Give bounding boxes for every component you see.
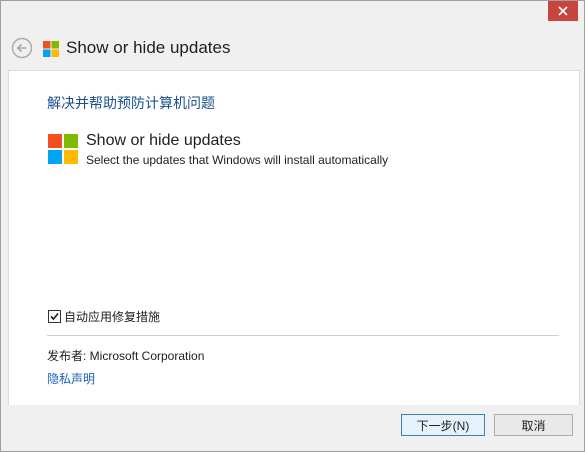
privacy-statement-link[interactable]: 隐私声明 <box>47 370 95 387</box>
troubleshooter-window: Show or hide updates 解决并帮助预防计算机问题 Show o… <box>0 0 585 452</box>
tool-title: Show or hide updates <box>86 132 241 149</box>
content-panel: 解决并帮助预防计算机问题 Show or hide updates Select… <box>8 70 580 406</box>
title-bar <box>1 1 584 29</box>
close-button[interactable] <box>548 1 578 21</box>
next-button[interactable]: 下一步(N) <box>401 414 485 436</box>
checkmark-icon <box>50 312 59 321</box>
header-bar: Show or hide updates <box>1 29 584 69</box>
divider <box>47 335 559 336</box>
cancel-button[interactable]: 取消 <box>494 414 573 436</box>
tool-description: Select the updates that Windows will ins… <box>86 153 389 167</box>
windows-logo-icon <box>43 41 59 61</box>
auto-repair-checkbox[interactable] <box>48 310 61 323</box>
publisher-text: 发布者: Microsoft Corporation <box>47 349 205 363</box>
page-heading: 解决并帮助预防计算机问题 <box>47 96 215 112</box>
back-button[interactable] <box>11 37 33 59</box>
back-arrow-icon <box>11 37 33 59</box>
footer-bar: 下一步(N) 取消 <box>1 405 584 451</box>
window-title: Show or hide updates <box>66 38 231 57</box>
auto-repair-label[interactable]: 自动应用修复措施 <box>64 308 160 325</box>
close-icon <box>558 6 568 16</box>
windows-logo-icon <box>48 134 78 168</box>
